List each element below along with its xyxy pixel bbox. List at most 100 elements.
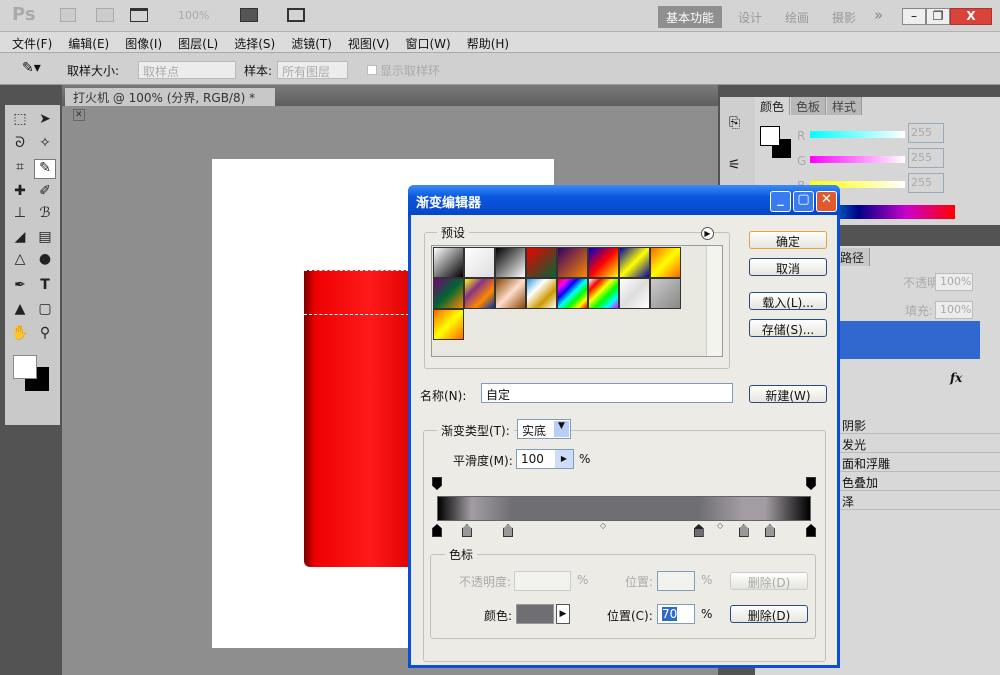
effect-glow[interactable]: 发光: [840, 435, 1000, 453]
menu-layer[interactable]: 图层(L): [166, 32, 218, 52]
preset-swatch[interactable]: [433, 247, 464, 278]
menu-view[interactable]: 视图(V): [336, 32, 390, 52]
preset-swatch[interactable]: [557, 278, 588, 309]
zoom-level[interactable]: 100%: [178, 9, 209, 22]
preset-swatch[interactable]: [433, 309, 464, 340]
sample-size-select[interactable]: 取样点: [138, 61, 236, 79]
mini-bridge-icon[interactable]: [96, 8, 114, 22]
effect-color-overlay[interactable]: 色叠加: [840, 473, 1000, 491]
marquee-tool-icon[interactable]: ⬚: [9, 111, 31, 131]
show-ring-checkbox[interactable]: [367, 65, 377, 75]
save-button[interactable]: 存储(S)...: [749, 319, 827, 337]
preset-swatch[interactable]: [650, 247, 681, 278]
preset-swatch[interactable]: [588, 278, 619, 309]
effect-shadow[interactable]: 阴影: [840, 416, 1000, 434]
dialog-minimize-button[interactable]: _: [770, 191, 791, 212]
menu-help[interactable]: 帮助(H): [455, 32, 509, 52]
preset-swatch[interactable]: [464, 278, 495, 309]
more-workspaces-button[interactable]: »: [874, 6, 883, 24]
color-stop[interactable]: [765, 524, 775, 537]
screen-mode-icon[interactable]: [287, 8, 305, 22]
lasso-tool-icon[interactable]: ᘐ: [9, 135, 31, 155]
cancel-button[interactable]: 取消: [749, 258, 827, 276]
g-value[interactable]: 255: [908, 148, 944, 168]
tab-paths[interactable]: 路径: [835, 248, 870, 266]
preset-swatch[interactable]: [433, 278, 464, 309]
dialog-close-button[interactable]: ✕: [816, 191, 837, 212]
gradient-type-select[interactable]: 实底▼: [517, 419, 571, 439]
view-extras-icon[interactable]: [130, 8, 148, 22]
color-stop[interactable]: [694, 524, 704, 537]
preset-swatch[interactable]: [464, 247, 495, 278]
path-select-icon[interactable]: ▲: [9, 301, 31, 321]
minimize-button[interactable]: –: [902, 8, 926, 25]
eraser-tool-icon[interactable]: ◢: [9, 229, 31, 249]
eyedropper-tool-icon[interactable]: ✎▾: [22, 60, 41, 76]
menu-file[interactable]: 文件(F): [0, 32, 52, 52]
crop-tool-icon[interactable]: ⌗: [9, 159, 31, 179]
delete-color-stop-button[interactable]: 删除(D): [730, 605, 808, 623]
stop-color-swatch[interactable]: [516, 604, 554, 624]
menu-image[interactable]: 图像(I): [113, 32, 162, 52]
fill-field[interactable]: 100%: [935, 301, 973, 319]
color-stop[interactable]: [503, 524, 513, 537]
pen-tool-icon[interactable]: ✒: [9, 277, 31, 297]
arrange-documents-icon[interactable]: [240, 8, 258, 22]
workspace-design[interactable]: 设计: [738, 9, 762, 26]
type-tool-icon[interactable]: T: [34, 277, 56, 297]
workspace-painting[interactable]: 绘画: [785, 9, 809, 26]
midpoint-diamond[interactable]: ◇: [600, 521, 606, 530]
stop-color-position-input[interactable]: 70: [657, 604, 695, 624]
opacity-stops-track[interactable]: [437, 476, 811, 492]
preset-swatch[interactable]: [650, 278, 681, 309]
fx-icon[interactable]: fx: [950, 371, 962, 385]
preset-swatch[interactable]: [588, 247, 619, 278]
opacity-field[interactable]: 100%: [935, 273, 973, 291]
workspace-essentials[interactable]: 基本功能: [658, 6, 722, 28]
workspace-photography[interactable]: 摄影: [832, 9, 856, 26]
close-tab-icon[interactable]: ✕: [73, 109, 85, 121]
b-value[interactable]: 255: [908, 173, 944, 193]
effect-bevel[interactable]: 面和浮雕: [840, 454, 1000, 472]
preset-swatch[interactable]: [619, 278, 650, 309]
preset-swatch[interactable]: [495, 247, 526, 278]
presets-scrollbar[interactable]: [706, 246, 722, 356]
preset-swatch[interactable]: [619, 247, 650, 278]
g-slider[interactable]: [810, 156, 905, 163]
dodge-tool-icon[interactable]: ●: [34, 251, 56, 271]
brush-tool-icon[interactable]: ✐: [34, 183, 56, 203]
magic-wand-icon[interactable]: ✧: [34, 135, 56, 155]
close-button[interactable]: X: [950, 8, 992, 25]
new-button[interactable]: 新建(W): [749, 385, 827, 403]
preset-swatch[interactable]: [495, 278, 526, 309]
stamp-tool-icon[interactable]: ⊥: [9, 205, 31, 225]
menu-select[interactable]: 选择(S): [222, 32, 275, 52]
color-menu-arrow-icon[interactable]: ▶: [556, 604, 570, 624]
selected-layer-row[interactable]: [840, 321, 980, 359]
tab-color[interactable]: 颜色: [755, 97, 790, 115]
dialog-maximize-button[interactable]: ▢: [793, 191, 814, 212]
shape-tool-icon[interactable]: ▢: [34, 301, 56, 321]
menu-window[interactable]: 窗口(W): [393, 32, 450, 52]
name-input[interactable]: 自定: [481, 383, 733, 403]
document-tab[interactable]: 打火机 @ 100% (分界, RGB/8) * ✕: [65, 88, 275, 106]
healing-brush-icon[interactable]: ✚: [9, 183, 31, 203]
menu-edit[interactable]: 编辑(E): [56, 32, 109, 52]
history-panel-icon[interactable]: ⎘: [729, 115, 740, 131]
load-button[interactable]: 载入(L)...: [749, 292, 827, 310]
ok-button[interactable]: 确定: [749, 231, 827, 249]
r-value[interactable]: 255: [908, 123, 944, 143]
blur-tool-icon[interactable]: △: [9, 251, 31, 271]
effect-satin[interactable]: 泽: [840, 492, 1000, 510]
tab-swatches[interactable]: 色板: [791, 97, 826, 115]
color-stop[interactable]: [462, 524, 472, 537]
preset-swatch[interactable]: [557, 247, 588, 278]
color-stop[interactable]: [739, 524, 749, 537]
presets-menu-icon[interactable]: ▶: [701, 227, 714, 240]
menu-filter[interactable]: 滤镜(T): [279, 32, 332, 52]
gradient-preview-bar[interactable]: [437, 496, 811, 521]
history-brush-icon[interactable]: ℬ: [34, 205, 56, 225]
midpoint-diamond[interactable]: ◇: [717, 521, 723, 530]
smoothness-slider-arrow[interactable]: ▶: [555, 450, 573, 468]
move-tool-icon[interactable]: ➤: [34, 111, 56, 131]
